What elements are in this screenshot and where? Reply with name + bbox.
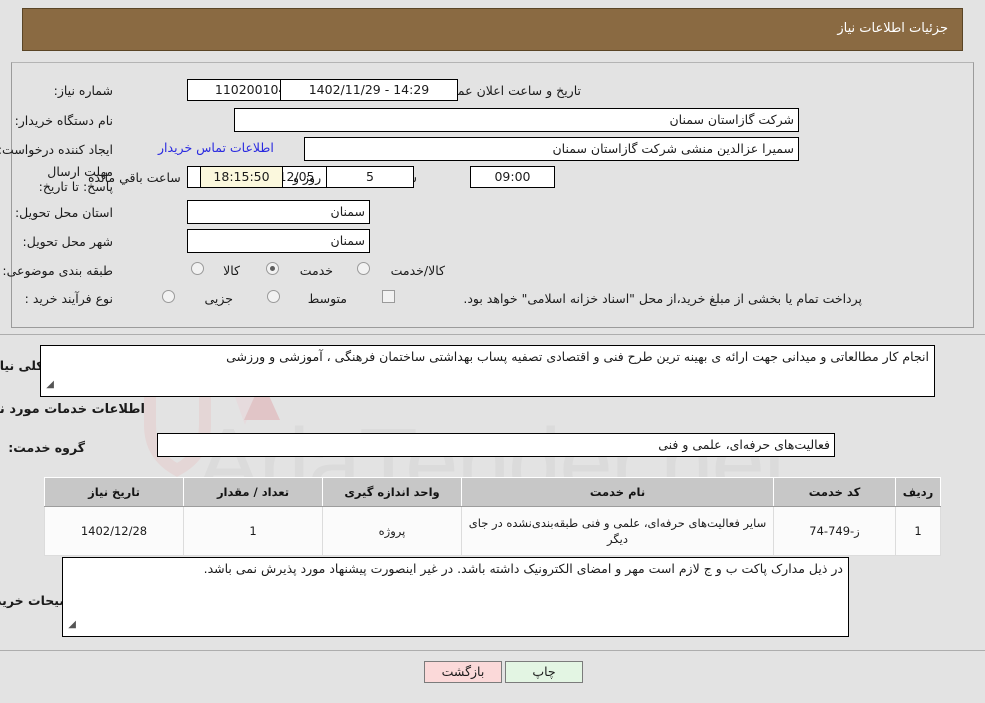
creator-value: سمیرا عزالدین منشی شرکت گازاستان سمنان <box>304 137 799 161</box>
subject-category-label: طبقه بندی موضوعی: <box>2 263 113 278</box>
cell-need-date: 1402/12/28 <box>44 506 184 556</box>
radio-process-medium-label: متوسط <box>307 291 347 306</box>
remaining-days-value: 5 <box>326 166 414 188</box>
divider-top <box>0 334 985 335</box>
table-col-name: نام خدمت <box>461 477 774 507</box>
radio-category-goods-service-label: کالا/خدمت <box>390 263 445 278</box>
service-group-label: گروه خدمت: <box>8 440 85 455</box>
buyer-notes-value: در ذیل مدارک پاکت ب و ج لازم است مهر و ا… <box>62 557 849 637</box>
delivery-city-label: شهر محل تحویل: <box>22 234 113 249</box>
table-header-row: ردیف کد خدمت نام خدمت واحد اندازه گیری ت… <box>44 477 941 507</box>
table-row: 1 ز-749-74 سایر فعالیت‌های حرفه‌ای، علمی… <box>44 506 941 556</box>
checkbox-islamic-treasury-bonds[interactable] <box>382 290 395 303</box>
resize-grip-icon-notes: ◢ <box>68 619 76 630</box>
print-button[interactable]: چاپ <box>505 661 583 683</box>
delivery-province-label: استان محل تحویل: <box>14 205 113 220</box>
table-col-row: ردیف <box>895 477 941 507</box>
radio-category-service-label: خدمت <box>299 263 333 278</box>
islamic-treasury-bonds-label: پرداخت تمام یا بخشی از مبلغ خرید،از محل … <box>463 291 862 306</box>
countdown-timer-value: 18:15:50 <box>200 166 283 188</box>
table-col-code: کد خدمت <box>773 477 896 507</box>
cell-service-code: ز-749-74 <box>773 506 896 556</box>
radio-process-minor-label: جزیی <box>204 291 233 306</box>
buyer-org-label: نام دستگاه خریدار: <box>14 113 113 128</box>
table-col-qty: تعداد / مقدار <box>183 477 323 507</box>
countdown-label: ساعت باقي مانده <box>88 170 181 185</box>
need-summary-value: انجام کار مطالعاتی و میدانی جهت ارائه ی … <box>40 345 935 397</box>
radio-category-goods[interactable] <box>191 262 204 275</box>
cell-quantity: 1 <box>183 506 323 556</box>
table-col-unit: واحد اندازه گیری <box>322 477 462 507</box>
announce-datetime-value: 14:29 - 1402/11/29 <box>280 79 458 101</box>
deadline-time-value: 09:00 <box>470 166 555 188</box>
radio-process-medium[interactable] <box>267 290 280 303</box>
top-info-panel <box>11 62 974 328</box>
services-section-heading: اطلاعات خدمات مورد نیاز <box>0 402 145 417</box>
services-table: ردیف کد خدمت نام خدمت واحد اندازه گیری ت… <box>44 477 941 556</box>
radio-category-service[interactable] <box>266 262 279 275</box>
divider-bottom <box>0 650 985 651</box>
page-header-bar: جزئیات اطلاعات نیاز <box>22 8 963 51</box>
radio-process-minor[interactable] <box>162 290 175 303</box>
buyer-contact-link[interactable]: اطلاعات تماس خریدار <box>158 140 274 155</box>
creator-label: ایجاد کننده درخواست: <box>0 142 113 157</box>
remaining-days-label: روز و <box>293 170 322 185</box>
page-title: جزئیات اطلاعات نیاز <box>837 21 948 36</box>
delivery-city-value: سمنان <box>187 229 370 253</box>
cell-service-name: سایر فعالیت‌های حرفه‌ای، علمی و فنی طبقه… <box>461 506 774 556</box>
radio-category-goods-label: کالا <box>223 263 240 278</box>
cell-unit: پروژه <box>322 506 462 556</box>
cell-row-index: 1 <box>895 506 941 556</box>
page-root: AriaTender.net جزئیات اطلاعات نیاز شماره… <box>0 0 985 703</box>
need-number-label: شماره نیاز: <box>53 83 113 98</box>
table-col-date: تاریخ نیاز <box>44 477 184 507</box>
buyer-org-value: شرکت گازاستان سمنان <box>234 108 799 132</box>
back-button[interactable]: بازگشت <box>424 661 502 683</box>
radio-category-goods-service[interactable] <box>357 262 370 275</box>
purchase-process-label: نوع فرآیند خرید : <box>24 291 113 306</box>
delivery-province-value: سمنان <box>187 200 370 224</box>
resize-grip-icon: ◢ <box>46 379 54 390</box>
service-group-value: فعالیت‌های حرفه‌ای، علمی و فنی <box>157 433 835 457</box>
